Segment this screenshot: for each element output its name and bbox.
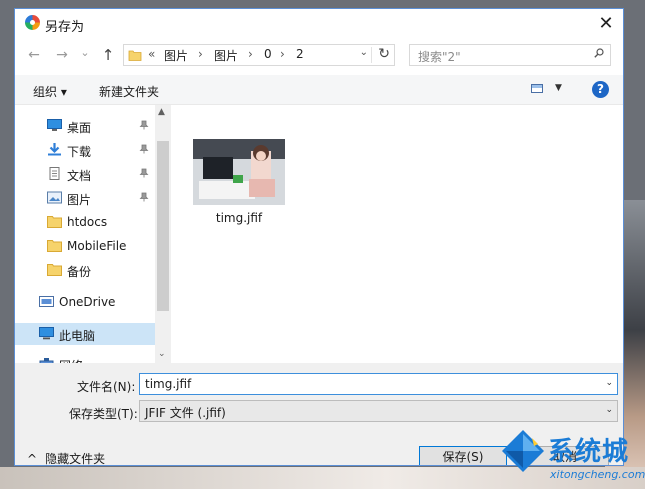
sidebar-item-label: MobileFile (67, 239, 127, 253)
breadcrumb-0[interactable]: 0 (264, 47, 272, 61)
sidebar-item-label: 桌面 (67, 121, 92, 135)
sidebar-item-desktop[interactable]: 桌面 (15, 115, 155, 137)
sidebar-item-label: 此电脑 (59, 329, 96, 343)
watermark-url: xitongcheng.com (550, 468, 645, 481)
pin-icon[interactable] (139, 144, 149, 154)
view-options-icon[interactable] (531, 84, 543, 93)
computer-icon (39, 327, 54, 340)
up-button[interactable]: ↑ (99, 45, 117, 65)
scrollbar-thumb[interactable] (157, 141, 169, 311)
folder-icon (128, 50, 142, 61)
sidebar-item-htdocs[interactable]: htdocs (15, 211, 155, 233)
close-button[interactable]: ✕ (595, 13, 617, 35)
command-toolbar: 组织 ▾ 新建文件夹 ▼ ? (15, 75, 623, 105)
pictures-icon (47, 191, 62, 204)
folder-icon (47, 240, 62, 252)
desktop-icon (47, 119, 62, 131)
new-folder-button[interactable]: 新建文件夹 (99, 83, 159, 100)
file-item[interactable]: timg.jfif (193, 139, 289, 235)
save-as-dialog: 另存为 ✕ ← → ⌄ ↑ « 图片 › 图片 › 0 › 2 ⌄ ↻ 搜索"2… (14, 8, 624, 466)
breadcrumb-separator[interactable]: › (198, 47, 203, 61)
recent-locations-button[interactable]: ⌄ (79, 43, 91, 63)
scroll-down-button[interactable]: ⌄ (158, 349, 166, 359)
sidebar-item-label: 下载 (67, 145, 92, 159)
refresh-button[interactable]: ↻ (378, 46, 390, 62)
address-divider (371, 47, 372, 63)
address-dropdown-button[interactable]: ⌄ (360, 47, 368, 58)
navigation-bar: ← → ⌄ ↑ « 图片 › 图片 › 0 › 2 ⌄ ↻ 搜索"2" (15, 41, 623, 71)
chevron-up-icon: ^ (27, 452, 38, 466)
sidebar-item-documents[interactable]: 文档 (15, 163, 155, 185)
back-button[interactable]: ← (25, 45, 43, 65)
breadcrumb-separator[interactable]: › (280, 47, 285, 61)
watermark-logo-icon (502, 430, 544, 472)
address-overflow[interactable]: « (148, 47, 155, 61)
window-title: 另存为 (45, 20, 85, 35)
filetype-label: 保存类型(T): (69, 407, 138, 421)
download-icon (48, 143, 61, 156)
scroll-up-button[interactable]: ▲ (158, 107, 165, 117)
search-box[interactable]: 搜索"2" (409, 44, 611, 66)
chevron-down-icon[interactable]: ⌄ (605, 378, 613, 388)
breadcrumb-2[interactable]: 2 (296, 47, 304, 61)
sidebar-item-onedrive[interactable]: OneDrive (15, 291, 155, 313)
folder-icon (47, 216, 62, 228)
forward-button[interactable]: → (53, 45, 71, 65)
watermark: 系统城 xitongcheng.com (490, 422, 645, 489)
filename-input[interactable]: timg.jfif ⌄ (139, 373, 618, 395)
sidebar-item-backup[interactable]: 备份 (15, 259, 155, 281)
filename-value: timg.jfif (145, 377, 192, 391)
breadcrumb-separator[interactable]: › (248, 47, 253, 61)
title-bar: 另存为 ✕ (15, 9, 623, 39)
help-button[interactable]: ? (592, 81, 609, 98)
folder-icon (47, 264, 62, 276)
pin-icon[interactable] (139, 192, 149, 202)
sidebar-item-label: 图片 (67, 193, 92, 207)
filename-label: 文件名(N): (77, 380, 136, 394)
search-placeholder: 搜索"2" (418, 50, 461, 64)
navigation-pane: 桌面 下载 文档 图片 htdocs MobileFile 备份 OneDriv… (15, 105, 171, 363)
pin-icon[interactable] (139, 168, 149, 178)
pin-icon[interactable] (139, 120, 149, 130)
image-thumbnail (193, 139, 285, 205)
hide-folders-label: 隐藏文件夹 (45, 452, 106, 466)
chevron-down-icon[interactable]: ⌄ (605, 405, 613, 415)
file-list: timg.jfif (171, 105, 623, 363)
address-bar[interactable]: « 图片 › 图片 › 0 › 2 ⌄ ↻ (123, 44, 395, 66)
sidebar-item-label: 备份 (67, 265, 92, 279)
filetype-select[interactable]: JFIF 文件 (.jfif) ⌄ (139, 400, 618, 422)
filetype-value: JFIF 文件 (.jfif) (145, 406, 226, 420)
sidebar-item-label: OneDrive (59, 295, 116, 309)
navigation-scrollbar[interactable]: ▲ ⌄ (155, 105, 171, 363)
search-icon (594, 48, 604, 58)
view-dropdown-button[interactable]: ▼ (555, 83, 562, 93)
sidebar-item-this-pc[interactable]: 此电脑 (15, 323, 155, 345)
breadcrumb-pictures-2[interactable]: 图片 (214, 47, 238, 64)
app-logo-icon (25, 15, 40, 30)
hide-folders-toggle[interactable]: ^ 隐藏文件夹 (27, 450, 106, 466)
sidebar-item-downloads[interactable]: 下载 (15, 139, 155, 161)
organize-menu[interactable]: 组织 ▾ (33, 83, 67, 100)
sidebar-item-label: 文档 (67, 169, 92, 183)
sidebar-item-network[interactable]: 网络 (15, 353, 155, 363)
sidebar-item-mobilefile[interactable]: MobileFile (15, 235, 155, 257)
onedrive-icon (39, 296, 54, 307)
watermark-text: 系统城 (548, 437, 630, 467)
file-name: timg.jfif (215, 211, 263, 225)
document-icon (49, 167, 60, 180)
photo-thumbnail-icon (193, 139, 285, 205)
sidebar-item-label: htdocs (67, 215, 108, 229)
sidebar-item-pictures[interactable]: 图片 (15, 187, 155, 209)
breadcrumb-pictures-1[interactable]: 图片 (164, 47, 188, 64)
